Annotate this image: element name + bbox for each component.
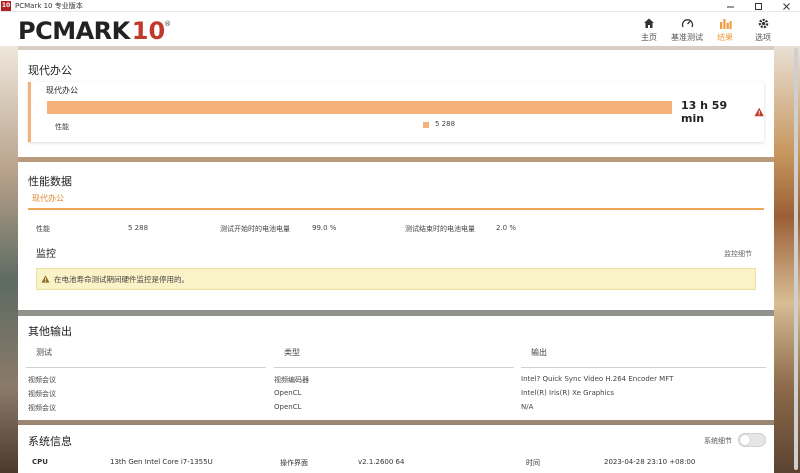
app-header: PCMARK 10 ® 主页 基准测试 结果 选项 (0, 12, 800, 46)
nav-benchmarks[interactable]: 基准测试 (668, 15, 706, 43)
maximize-icon (754, 2, 762, 10)
toggle-knob (740, 435, 750, 445)
system-details-toggle[interactable] (738, 433, 766, 447)
brand-number: 10 (131, 17, 166, 45)
gauge-icon (681, 18, 693, 27)
app-logo-icon: 10 (1, 0, 11, 11)
column-header-test: 测试 (36, 348, 52, 357)
table-cell: 视频会议 (28, 376, 56, 384)
nav-benchmarks-label: 基准测试 (671, 33, 703, 42)
nav-results[interactable]: 结果 (706, 15, 744, 43)
tab-underline (28, 208, 764, 210)
maximize-button[interactable] (744, 0, 772, 12)
main-nav: 主页 基准测试 结果 选项 (630, 15, 782, 43)
result-panel: 现代办公 现代办公 13 h 59 min 性能 5 288 (18, 50, 774, 157)
nav-options-label: 选项 (755, 33, 771, 42)
table-cell: 视频编码器 (274, 376, 309, 384)
minimize-icon (726, 6, 734, 7)
header-divider (521, 367, 766, 368)
table-cell: N/A (521, 403, 534, 411)
result-card[interactable]: 现代办公 13 h 59 min 性能 5 288 (28, 82, 764, 142)
time-label: 时间 (526, 459, 540, 467)
result-duration-value: 13 h 59 min (681, 99, 728, 125)
result-section-title: 现代办公 (28, 64, 72, 77)
result-perf-value: 5 288 (435, 120, 456, 128)
result-duration-bar (47, 101, 672, 114)
vertical-scrollbar[interactable] (794, 48, 798, 470)
brand-name: PCMARK (18, 17, 130, 45)
perf-value: 5 288 (128, 224, 149, 232)
monitoring-title: 监控 (36, 249, 56, 260)
battery-end-label: 测试结束时的电池电量 (405, 225, 475, 233)
close-button[interactable] (772, 0, 800, 12)
battery-start-value: 99.0 % (312, 224, 337, 232)
window-title-bar: 10 PCMark 10 专业版本 (0, 0, 800, 12)
gear-icon (758, 18, 768, 28)
header-divider (274, 367, 514, 368)
system-info-section-title: 系统信息 (28, 435, 72, 448)
column-header-output: 输出 (531, 348, 547, 357)
nav-home[interactable]: 主页 (630, 15, 668, 43)
registered-mark: ® (164, 20, 172, 28)
background-left-strip (0, 46, 18, 473)
alert-text: 在电池寿命测试期间硬件监控是停用的。 (54, 274, 189, 284)
battery-start-label: 测试开始时的电池电量 (220, 225, 290, 233)
minimize-button[interactable] (716, 0, 744, 12)
performance-section-title: 性能数据 (28, 175, 72, 188)
close-icon (782, 2, 790, 10)
battery-end-value: 2.0 % (496, 224, 517, 232)
result-name: 现代办公 (46, 86, 78, 95)
table-cell: OpenCL (274, 403, 302, 411)
table-cell: OpenCL (274, 389, 302, 397)
bar-chart-icon (719, 18, 732, 29)
table-cell: 视频会议 (28, 390, 56, 398)
system-info-panel: 系统信息 系统细节 CPU 13th Gen Intel Core i7-135… (18, 425, 774, 473)
os-label: 操作界面 (280, 459, 308, 467)
result-perf-label: 性能 (55, 123, 69, 131)
time-value: 2023-04-28 23:10 +08:00 (604, 458, 696, 466)
brand-logo: PCMARK 10 ® (18, 17, 171, 45)
os-value: v2.1.2600 64 (358, 458, 405, 466)
other-output-section-title: 其他输出 (28, 325, 72, 338)
nav-results-label: 结果 (717, 33, 733, 42)
cpu-label: CPU (32, 458, 48, 466)
other-output-panel: 其他输出 测试 类型 输出 视频会议 视频编码器 Intel? Quick Sy… (18, 316, 774, 420)
perf-label: 性能 (36, 225, 50, 233)
alert-warning-icon (41, 275, 50, 283)
cpu-value: 13th Gen Intel Core i7-1355U (110, 458, 213, 466)
warning-icon[interactable] (754, 107, 764, 117)
result-perf-legend-dot (423, 122, 429, 128)
nav-options[interactable]: 选项 (744, 15, 782, 43)
home-icon (644, 18, 654, 28)
window-controls (716, 0, 800, 12)
nav-home-label: 主页 (641, 33, 657, 42)
tab-modern-office[interactable]: 现代办公 (32, 193, 64, 204)
column-header-type: 类型 (284, 348, 300, 357)
system-details-label: 系统细节 (704, 437, 732, 445)
table-cell: 视频会议 (28, 404, 56, 412)
monitoring-details-link[interactable]: 监控细节 (724, 249, 752, 259)
table-cell: Intel(R) Iris(R) Xe Graphics (521, 389, 615, 397)
table-cell: Intel? Quick Sync Video H.264 Encoder MF… (521, 375, 674, 383)
performance-panel: 性能数据 现代办公 性能 5 288 测试开始时的电池电量 99.0 % 测试结… (18, 162, 774, 310)
monitoring-alert: 在电池寿命测试期间硬件监控是停用的。 (36, 268, 756, 290)
header-divider (26, 367, 266, 368)
window-title: PCMark 10 专业版本 (15, 1, 83, 10)
result-duration: 13 h 59 min (681, 99, 764, 125)
